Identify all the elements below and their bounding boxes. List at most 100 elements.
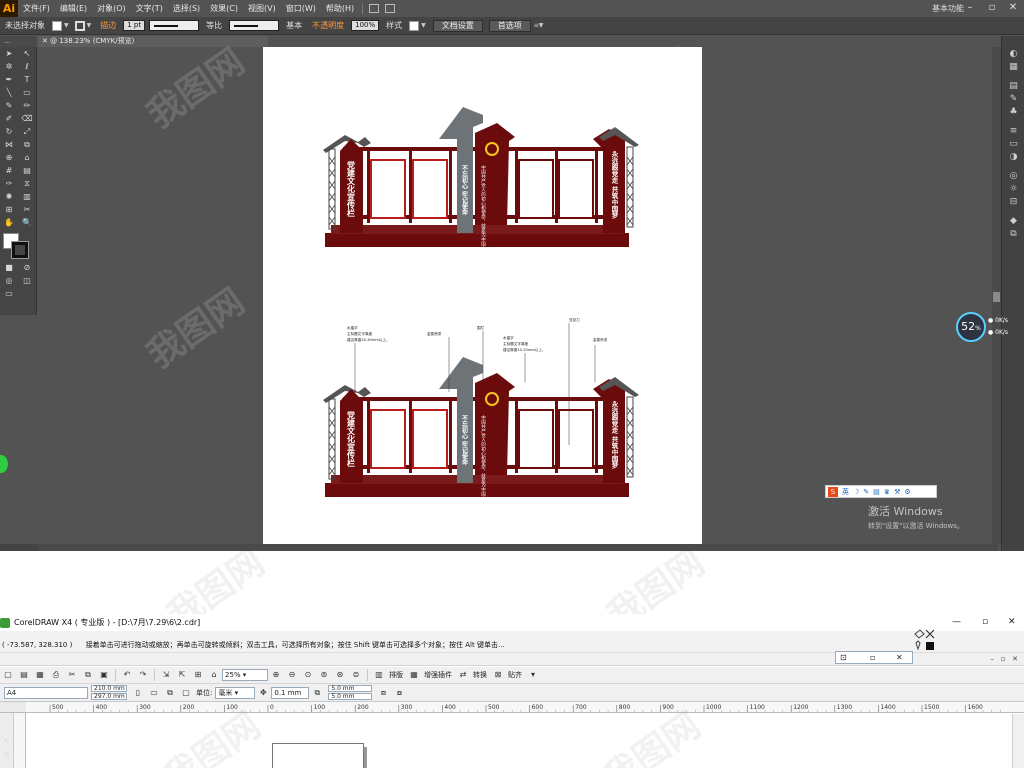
restore-icon[interactable]: ▫ — [982, 614, 988, 631]
menu-help[interactable]: 帮助(H) — [321, 0, 359, 17]
zoom-page-icon[interactable]: ⊛ — [333, 669, 347, 681]
page-width-field[interactable]: 210.0 mm — [91, 684, 127, 692]
skin-icon[interactable]: ♛ — [884, 488, 890, 496]
open-icon[interactable]: ▤ — [17, 669, 31, 681]
cut-icon[interactable]: ✂ — [65, 669, 79, 681]
transparency-panel-icon[interactable]: ◑ — [1002, 151, 1024, 164]
menu-object[interactable]: 对象(O) — [92, 0, 131, 17]
appearance-panel-icon[interactable]: ◎ — [1002, 170, 1024, 183]
blend-tool-icon[interactable]: ⧖ — [18, 177, 36, 190]
floating-assistant-icon[interactable] — [0, 455, 8, 473]
close-icon[interactable]: ✕ — [896, 652, 903, 663]
treat-as-filled-icon[interactable]: ⧈ — [376, 687, 390, 699]
horizontal-scrollbar[interactable] — [38, 544, 998, 551]
document-window-controls[interactable]: – ▫ ✕ — [991, 655, 1018, 663]
paintbrush-tool-icon[interactable]: ✎ — [0, 99, 18, 112]
horizontal-ruler[interactable]: 500 400 300 200 100 0 100 200 300 400 500 600 700 800… — [26, 702, 1024, 713]
variable-width-profile[interactable] — [149, 20, 200, 31]
menu-select[interactable]: 选择(S) — [168, 0, 205, 17]
workspace-switcher[interactable]: 基本功能 — [932, 0, 964, 17]
duplicate-y-field[interactable]: 5.0 mm — [328, 692, 373, 700]
restore-icon[interactable]: ▫ — [984, 0, 1000, 15]
rotate-tool-icon[interactable]: ↻ — [0, 125, 18, 138]
chevron-down-icon[interactable]: ▼ — [87, 22, 92, 29]
menu-window[interactable]: 窗口(W) — [281, 0, 321, 17]
layers-panel-icon[interactable]: ◆ — [1002, 215, 1024, 228]
zoom-level-combo[interactable]: 25% ▾ — [222, 669, 268, 681]
import-icon[interactable]: ⇲ — [159, 669, 173, 681]
landscape-icon[interactable]: ▭ — [147, 687, 161, 699]
perspective-grid-tool-icon[interactable]: ⌂ — [18, 151, 36, 164]
eraser-tool-icon[interactable]: ⌫ — [18, 112, 36, 125]
all-pages-icon[interactable]: ⧉ — [163, 687, 177, 699]
selection-tool-icon[interactable]: ➤ — [0, 47, 18, 60]
document-tab-inactive[interactable]: ... — [0, 36, 36, 47]
export-icon[interactable]: ⇱ — [175, 669, 189, 681]
menu-view[interactable]: 视图(V) — [243, 0, 281, 17]
magic-wand-tool-icon[interactable]: ✲ — [0, 60, 18, 73]
stroke-weight-field[interactable]: 1 pt — [123, 20, 146, 31]
zoom-all-icon[interactable]: ⊚ — [317, 669, 331, 681]
snap-button[interactable]: 贴齐 — [508, 670, 522, 680]
moon-icon[interactable]: ☽ — [853, 488, 859, 496]
zoom-in-icon[interactable]: ⊕ — [269, 669, 283, 681]
pen-icon[interactable]: ✎ — [863, 488, 869, 496]
opacity-label[interactable]: 不透明度 — [312, 20, 344, 31]
display-board-top[interactable]: 党建文化宣传栏 不忘初心 牢记使命 中国共产党人的初心和使命，就是为中国人民谋幸… — [323, 107, 639, 310]
minimize-icon[interactable]: — — [952, 614, 961, 631]
lasso-tool-icon[interactable]: ℓ — [18, 60, 36, 73]
convert-icon[interactable]: ⇄ — [456, 669, 470, 681]
zoom-tool-icon[interactable]: 🔍 — [18, 216, 36, 229]
brushes-panel-icon[interactable]: ✎ — [1002, 93, 1024, 106]
artboard-tool-icon[interactable]: ⊞ — [0, 203, 18, 216]
color-mode-icon[interactable]: ■ — [0, 261, 18, 274]
artboard[interactable]: 党建文化宣传栏 不忘初心 牢记使命 中国共产党人的初心和使命，就是为中国人民谋幸… — [263, 47, 702, 544]
opacity-field[interactable]: 100% — [351, 20, 380, 31]
current-page-icon[interactable]: ▢ — [179, 687, 193, 699]
symbol-sprayer-tool-icon[interactable]: ✺ — [0, 190, 18, 203]
copy-icon[interactable]: ⧉ — [81, 669, 95, 681]
artboards-panel-icon[interactable]: ⧉ — [1002, 228, 1024, 241]
zoom-width-icon[interactable]: ⊜ — [349, 669, 363, 681]
pen-tool-icon[interactable]: ✒ — [0, 73, 18, 86]
mesh-tool-icon[interactable]: # — [0, 164, 18, 177]
stroke-panel-icon[interactable]: ≡ — [1002, 125, 1024, 138]
redo-icon[interactable]: ↷ — [136, 669, 150, 681]
arrange-documents-icon[interactable] — [385, 4, 396, 13]
color-guide-icon[interactable]: ▦ — [1002, 61, 1024, 74]
print-icon[interactable]: ⎙ — [49, 669, 63, 681]
ruler-corner[interactable] — [0, 702, 26, 713]
tab-close-icon[interactable]: ✕ — [42, 37, 50, 45]
display-board-bottom[interactable]: 党建文化宣传栏 不忘初心 牢记使命 中国共产党人的初心和使命，就是为中国人民谋幸… — [323, 317, 639, 544]
toolbox-icon[interactable]: ⚒ — [894, 488, 900, 496]
stroke-swatch[interactable] — [11, 241, 29, 259]
symbols-panel-icon[interactable]: ♣ — [1002, 106, 1024, 119]
none-mode-icon[interactable]: ⊘ — [18, 261, 36, 274]
vertical-ruler[interactable] — [14, 713, 26, 768]
rectangle-tool-icon[interactable]: ▭ — [18, 86, 36, 99]
coreldraw-canvas[interactable]: 我图网 我图网 — [26, 705, 1012, 768]
menu-edit[interactable]: 编辑(E) — [55, 0, 92, 17]
chevron-down-icon[interactable]: ▼ — [421, 22, 426, 29]
blob-brush-tool-icon[interactable]: ✐ — [0, 112, 18, 125]
options-icon[interactable]: ⧇ — [392, 687, 406, 699]
draw-mode-icon[interactable]: ◎ — [0, 274, 18, 287]
chevron-down-icon[interactable]: ▾ — [526, 669, 540, 681]
graphic-styles-icon[interactable]: ☼ — [1002, 183, 1024, 196]
pencil-tool-icon[interactable]: ✏ — [18, 99, 36, 112]
type-tool-icon[interactable]: T — [18, 73, 36, 86]
floating-window-controls[interactable]: ⊡ ▫ ✕ — [835, 651, 913, 664]
page-size-select[interactable]: A4 — [4, 686, 88, 699]
screen-mode-icon[interactable]: ▭ — [0, 287, 18, 300]
stroke-color-swatch[interactable] — [74, 20, 85, 31]
panel-menu-icon[interactable]: ≡▼ — [534, 22, 544, 29]
convert-button[interactable]: 转换 — [473, 670, 487, 680]
save-icon[interactable]: ▦ — [33, 669, 47, 681]
line-tool-icon[interactable]: ╲ — [0, 86, 18, 99]
ime-mode[interactable]: 英 — [842, 487, 849, 497]
graphic-style-swatch[interactable] — [409, 20, 420, 31]
preferences-button[interactable]: 首选项 — [488, 19, 531, 32]
align-panel-icon[interactable]: ⊟ — [1002, 196, 1024, 209]
document-tab[interactable]: ✕ @ 138.23% (CMYK/预览) — [38, 36, 268, 47]
fill-color-swatch[interactable] — [52, 20, 62, 31]
